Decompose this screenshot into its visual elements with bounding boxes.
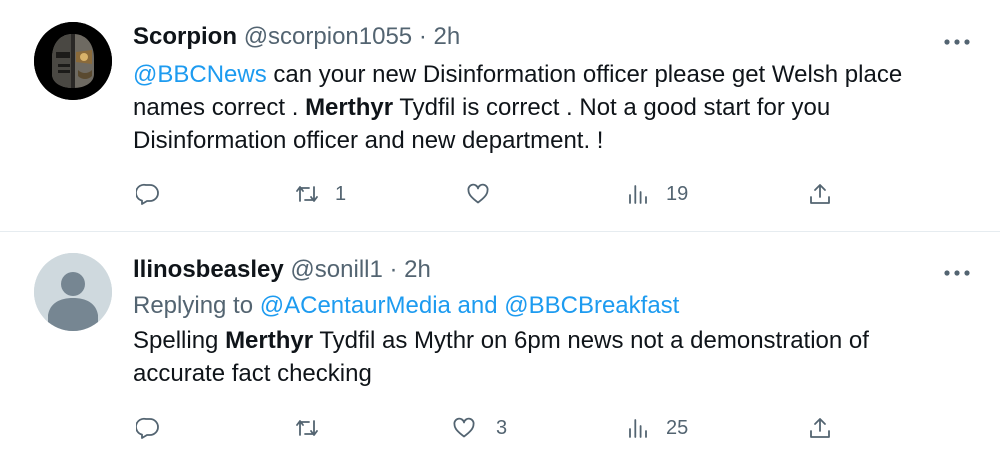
timestamp[interactable]: 2h (434, 23, 461, 50)
views-button[interactable]: 25 (626, 413, 688, 443)
scorpion-avatar-image (34, 22, 112, 100)
tweet-header: Scorpion @scorpion1055 · 2h (133, 22, 460, 52)
reply-icon (136, 417, 159, 439)
tweet-header: llinosbeasley @sonill1 · 2h (133, 255, 431, 285)
replying-prefix: Replying to (133, 292, 260, 319)
share-button[interactable] (808, 179, 832, 209)
user-handle[interactable]: @scorpion1055 (244, 23, 412, 50)
reply-button[interactable] (136, 179, 176, 209)
replying-to-line: Replying to @ACentaurMedia and @BBCBreak… (133, 289, 679, 322)
text-segment: Spelling (133, 327, 226, 354)
avatar[interactable] (34, 253, 112, 331)
tweet-text: @BBCNews can your new Disinformation off… (133, 58, 963, 157)
tweet-text: Spelling Merthyr Tydfil as Mythr on 6pm … (133, 324, 963, 390)
share-icon (810, 418, 830, 438)
views-button[interactable]: 19 (626, 179, 688, 209)
more-options-button[interactable] (944, 34, 970, 45)
retweet-icon (296, 186, 318, 202)
action-bar: 1 19 (0, 179, 1000, 209)
retweet-button[interactable]: 1 (295, 179, 346, 209)
highlighted-term: Merthyr (225, 327, 314, 354)
share-button[interactable] (808, 413, 832, 443)
display-name[interactable]: Scorpion (133, 23, 237, 50)
tweet-1[interactable]: Scorpion @scorpion1055 · 2h @BBCNews can… (0, 0, 1000, 232)
like-count: 3 (496, 416, 508, 439)
reply-button[interactable] (136, 413, 176, 443)
retweet-icon (296, 420, 318, 436)
display-name[interactable]: llinosbeasley (133, 256, 284, 283)
mention-link[interactable]: @BBCNews (133, 61, 267, 88)
highlighted-term: Merthyr (305, 94, 394, 121)
more-horizontal-icon (944, 39, 970, 45)
heart-icon (467, 183, 489, 204)
like-button[interactable] (466, 179, 506, 209)
retweet-count: 1 (335, 182, 347, 205)
more-horizontal-icon (944, 270, 970, 276)
separator-dot: · (418, 23, 427, 50)
user-handle[interactable]: @sonill1 (290, 256, 382, 283)
replying-to-link[interactable]: @ACentaurMedia and @BBCBreakfast (260, 292, 680, 319)
separator-dot: · (389, 256, 398, 283)
like-button[interactable]: 3 (452, 413, 507, 443)
timestamp[interactable]: 2h (404, 256, 431, 283)
more-options-button[interactable] (944, 265, 970, 276)
view-count: 25 (666, 416, 689, 439)
action-bar: 3 25 (0, 413, 1000, 443)
view-count: 19 (666, 182, 689, 205)
heart-icon (453, 417, 475, 438)
retweet-button[interactable] (295, 413, 335, 443)
tweet-2[interactable]: llinosbeasley @sonill1 · 2h Replying to … (0, 232, 1000, 463)
default-avatar-icon (34, 253, 112, 331)
avatar[interactable] (34, 22, 112, 100)
share-icon (810, 184, 830, 204)
views-icon (629, 419, 647, 438)
reply-icon (136, 183, 159, 205)
views-icon (629, 185, 647, 204)
